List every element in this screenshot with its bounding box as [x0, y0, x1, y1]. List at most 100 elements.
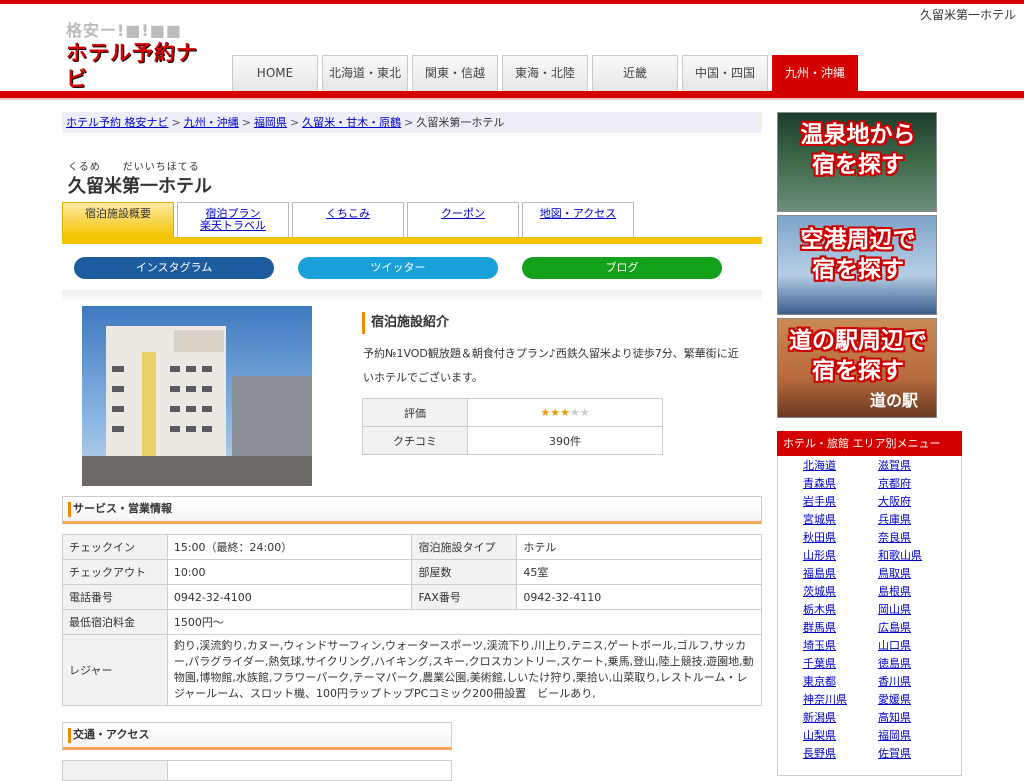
area-link[interactable]: 山梨県 — [803, 728, 878, 746]
area-link[interactable]: 奈良県 — [878, 530, 953, 548]
phone-label: 電話番号 — [62, 584, 168, 610]
nav-hokkaido-tohoku[interactable]: 北海道・東北 — [322, 55, 408, 91]
area-link[interactable]: 北海道 — [803, 458, 878, 476]
area-link[interactable]: 神奈川県 — [803, 692, 878, 710]
airport-banner-line2: 宿を探す — [812, 257, 904, 283]
tab-reviews[interactable]: くちこみ — [292, 202, 404, 237]
min-price-label: 最低宿泊料金 — [62, 609, 168, 635]
site-logo[interactable]: 格安ー!■!■■ ホテル予約ナビ — [66, 21, 218, 100]
area-link[interactable]: 広島県 — [878, 620, 953, 638]
airport-banner[interactable]: 空港周辺で 宿を探す — [777, 215, 937, 315]
michinoeki-banner[interactable]: 道の駅周辺で 宿を探す 道の駅 — [777, 318, 937, 418]
area-link[interactable]: 和歌山県 — [878, 548, 953, 566]
area-link[interactable]: 栃木県 — [803, 602, 878, 620]
breadcrumb-prefecture[interactable]: 福岡県 — [254, 116, 287, 129]
area-link[interactable]: 島根県 — [878, 584, 953, 602]
area-link[interactable]: 福岡県 — [878, 728, 953, 746]
nav-kyushu-okinawa[interactable]: 九州・沖縄 — [772, 55, 858, 91]
breadcrumb-region[interactable]: 九州・沖縄 — [184, 116, 239, 129]
area-link[interactable]: 埼玉県 — [803, 638, 878, 656]
star-icon: ★ — [540, 406, 551, 419]
services-table: チェックイン 15:00（最終：24:00） 宿泊施設タイプ ホテル チェックア… — [62, 534, 763, 706]
blog-button[interactable]: ブログ — [522, 257, 722, 279]
area-link[interactable]: 滋賀県 — [878, 458, 953, 476]
reviews-count: 390件 — [467, 426, 663, 455]
area-link[interactable]: 香川県 — [878, 674, 953, 692]
star-icon: ★ — [560, 406, 570, 419]
instagram-button[interactable]: インスタグラム — [74, 257, 274, 279]
access-heading: 交通・アクセス — [62, 722, 452, 750]
onsen-banner-line1: 温泉地から — [800, 122, 916, 148]
area-link[interactable]: 宮城県 — [803, 512, 878, 530]
breadcrumb-home[interactable]: ホテル予約 格安ナビ — [66, 116, 169, 129]
breadcrumb: ホテル予約 格安ナビ > 九州・沖縄 > 福岡県 > 久留米・甘木・原鶴 > 久留米第一ホテル — [62, 112, 762, 133]
min-price-value: 1500円～ — [166, 609, 763, 635]
area-link[interactable]: 岡山県 — [878, 602, 953, 620]
tab-coupon-label: クーポン — [441, 207, 485, 220]
page-title: 久留米第一ホテル — [68, 176, 212, 197]
onsen-banner[interactable]: 温泉地から 宿を探す — [777, 112, 937, 212]
area-link[interactable]: 青森県 — [803, 476, 878, 494]
phone-value: 0942-32-4100 — [166, 584, 413, 610]
area-link[interactable]: 岩手県 — [803, 494, 878, 512]
area-link[interactable]: 大阪府 — [878, 494, 953, 512]
tab-plans[interactable]: 宿泊プラン 楽天トラベル — [177, 202, 289, 237]
area-link[interactable]: 佐賀県 — [878, 746, 953, 764]
area-link[interactable]: 秋田県 — [803, 530, 878, 548]
area-link[interactable]: 高知県 — [878, 710, 953, 728]
fax-value: 0942-32-4110 — [516, 584, 762, 610]
area-link[interactable]: 鳥取県 — [878, 566, 953, 584]
services-heading: サービス・営業情報 — [62, 496, 762, 524]
nav-red-band — [0, 91, 1024, 98]
tab-plans-label: 宿泊プラン 楽天トラベル — [200, 207, 266, 232]
checkout-label: チェックアウト — [62, 559, 168, 585]
nav-tokai-hokuriku[interactable]: 東海・北陸 — [502, 55, 588, 91]
rating-table: 評価 ★★★★★ クチコミ 390件 — [362, 398, 663, 455]
checkin-label: チェックイン — [62, 534, 168, 560]
airport-banner-line1: 空港周辺で — [800, 227, 916, 253]
tab-overview-label: 宿泊施設概要 — [85, 207, 151, 220]
intro-heading: 宿泊施設紹介 — [362, 312, 449, 334]
area-link[interactable]: 京都府 — [878, 476, 953, 494]
logo-title: ホテル予約ナビ — [66, 41, 198, 91]
area-menu-list: 北海道 滋賀県 青森県 京都府 岩手県 大阪府 宮城県 兵庫県 秋田県 奈良県 山形県 和歌山県 福島県… — [803, 458, 953, 764]
area-link[interactable]: 茨城県 — [803, 584, 878, 602]
nav-red-band-shadow — [0, 98, 1024, 100]
twitter-button[interactable]: ツイッター — [298, 257, 498, 279]
area-link[interactable]: 長野県 — [803, 746, 878, 764]
michinoeki-banner-line2: 宿を探す — [812, 358, 904, 384]
logo-subtitle: 格安ー!■!■■ — [66, 21, 182, 40]
site-name: 久留米第一ホテル — [919, 8, 1016, 22]
tab-map-access[interactable]: 地図・アクセス — [522, 202, 634, 237]
access-cell-label — [62, 760, 168, 781]
area-link[interactable]: 新潟県 — [803, 710, 878, 728]
rating-label: 評価 — [362, 398, 468, 427]
area-link[interactable]: 千葉県 — [803, 656, 878, 674]
area-link[interactable]: 山形県 — [803, 548, 878, 566]
hotel-name-reading: くるめ だいいちほてる — [68, 162, 200, 173]
breadcrumb-area[interactable]: 久留米・甘木・原鶴 — [302, 116, 401, 129]
tab-coupon[interactable]: クーポン — [407, 202, 519, 237]
star-icon: ★ — [550, 406, 561, 419]
star-icon: ★ — [569, 406, 580, 419]
nav-kanto-shinetsu[interactable]: 関東・信越 — [412, 55, 498, 91]
leisure-value: 釣り,渓流釣り,カヌー,ウィンドサーフィン,ウォータースポーツ,渓流下り,川上り… — [166, 634, 763, 706]
area-link[interactable]: 福島県 — [803, 566, 878, 584]
area-link[interactable]: 東京都 — [803, 674, 878, 692]
area-link[interactable]: 群馬県 — [803, 620, 878, 638]
area-link[interactable]: 兵庫県 — [878, 512, 953, 530]
area-link[interactable]: 徳島県 — [878, 656, 953, 674]
tab-overview[interactable]: 宿泊施設概要 — [62, 202, 174, 237]
tab-map-access-label: 地図・アクセス — [539, 207, 617, 220]
hotel-building-image — [82, 306, 312, 486]
nav-kinki[interactable]: 近畿 — [592, 55, 678, 91]
main-nav: HOME 北海道・東北 関東・信越 東海・北陸 近畿 中国・四国 九州・沖縄 — [232, 55, 858, 91]
breadcrumb-sep: > — [171, 116, 181, 129]
nav-home[interactable]: HOME — [232, 55, 318, 91]
area-link[interactable]: 山口県 — [878, 638, 953, 656]
michinoeki-logo-text: 道の駅 — [869, 391, 918, 410]
checkin-value: 15:00（最終：24:00） — [166, 534, 413, 560]
checkout-value: 10:00 — [166, 559, 413, 585]
area-link[interactable]: 愛媛県 — [878, 692, 953, 710]
nav-chugoku-shikoku[interactable]: 中国・四国 — [682, 55, 768, 91]
